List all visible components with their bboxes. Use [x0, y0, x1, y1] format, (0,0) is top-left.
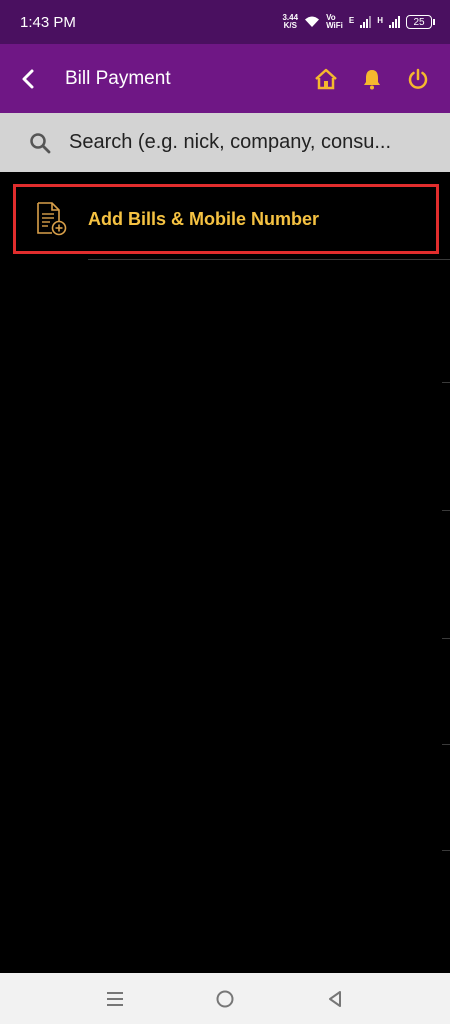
- signal-icon-1: [360, 16, 372, 28]
- battery-icon: 25: [406, 15, 435, 29]
- document-add-icon: [31, 199, 71, 239]
- home-nav-button[interactable]: [205, 979, 245, 1019]
- add-bills-label: Add Bills & Mobile Number: [88, 208, 320, 229]
- search-icon: [25, 128, 55, 158]
- battery-level: 25: [413, 16, 425, 28]
- logout-button[interactable]: [398, 59, 438, 99]
- search-input[interactable]: Search (e.g. nick, company, consu...: [69, 131, 429, 154]
- chevron-left-icon: [22, 69, 34, 88]
- system-nav-bar: [0, 973, 450, 1024]
- app-bar: Bill Payment: [0, 44, 450, 113]
- edge-mark: [442, 382, 450, 383]
- network-speed: 3.44 K/S: [282, 14, 298, 30]
- back-button[interactable]: [6, 57, 50, 101]
- home-button[interactable]: [306, 59, 346, 99]
- recent-apps-button[interactable]: [95, 979, 135, 1019]
- add-bills-mobile-number-item[interactable]: Add Bills & Mobile Number: [13, 184, 439, 254]
- network-speed-unit: K/S: [283, 21, 297, 30]
- search-bar[interactable]: Search (e.g. nick, company, consu...: [0, 113, 450, 172]
- list-divider: [88, 259, 450, 260]
- back-triangle-icon: [329, 990, 341, 1007]
- network-type-1: E: [348, 16, 355, 25]
- vowifi-bottom: WiFi: [326, 21, 343, 30]
- edge-mark: [442, 744, 450, 745]
- network-type-2: H: [377, 16, 383, 25]
- power-icon: [408, 68, 428, 89]
- bell-icon: [364, 69, 380, 89]
- wifi-icon: [304, 15, 320, 30]
- notifications-button[interactable]: [352, 59, 392, 99]
- page-title: Bill Payment: [65, 67, 171, 89]
- status-icons: 3.44 K/S Vo WiFi E H 25: [282, 14, 435, 30]
- edge-mark: [442, 850, 450, 851]
- menu-icon: [107, 991, 123, 1006]
- status-bar: 1:43 PM 3.44 K/S Vo WiFi E H 25: [0, 0, 450, 44]
- edge-mark: [442, 510, 450, 511]
- signal-icon-2: [389, 16, 400, 28]
- home-circle-icon: [216, 990, 234, 1007]
- back-nav-button[interactable]: [315, 979, 355, 1019]
- home-icon: [315, 68, 337, 89]
- vowifi-indicator: Vo WiFi: [326, 14, 343, 30]
- status-time: 1:43 PM: [20, 13, 76, 31]
- app-bar-actions: [306, 59, 438, 99]
- edge-mark: [442, 638, 450, 639]
